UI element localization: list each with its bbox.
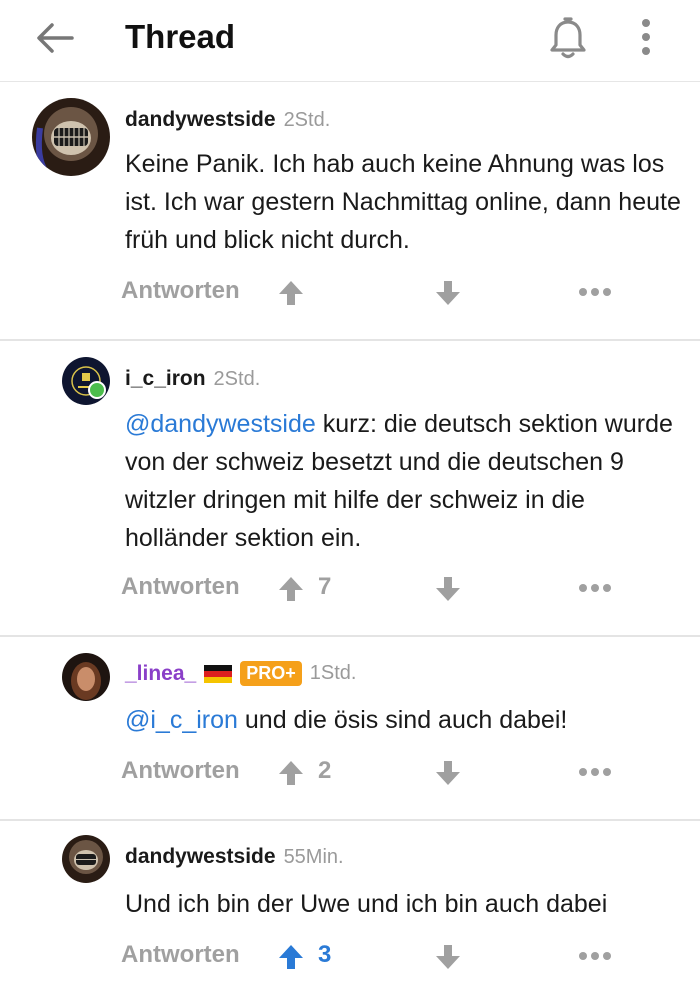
- pro-badge: PRO+: [240, 661, 302, 686]
- username[interactable]: _linea_: [125, 662, 196, 686]
- comment: _linea_ PRO+ 1Std. @i_c_iron und die ösi…: [0, 637, 700, 821]
- comment-actions: Antworten 2: [0, 753, 700, 793]
- avatar[interactable]: [62, 357, 110, 405]
- downvote-arrow-icon[interactable]: [433, 759, 463, 787]
- reply-button[interactable]: Antworten: [121, 573, 240, 601]
- comment-actions: Antworten 3: [0, 937, 700, 977]
- vote-count: 7: [318, 573, 332, 600]
- text-segment: Und ich bin der Uwe und ich bin auch dab…: [125, 890, 608, 918]
- comment-text: Und ich bin der Uwe und ich bin auch dab…: [125, 885, 685, 923]
- username[interactable]: dandywestside: [125, 845, 276, 869]
- text-segment: Keine Panik. Ich hab auch keine Ahnung w…: [125, 150, 681, 254]
- avatar[interactable]: [32, 98, 110, 176]
- comment-text: @dandywestside kurz: die deutsch sektion…: [125, 405, 685, 557]
- de-flag-icon: [204, 664, 233, 683]
- more-horizontal-icon[interactable]: [578, 949, 612, 963]
- vote-count: 2: [318, 757, 332, 784]
- comment: dandywestside 55Min. Und ich bin der Uwe…: [0, 821, 700, 1004]
- online-indicator: [88, 381, 106, 399]
- top-bar: Thread: [0, 0, 700, 82]
- reply-button[interactable]: Antworten: [121, 757, 240, 785]
- upvote-arrow-icon[interactable]: [276, 759, 306, 787]
- timestamp: 55Min.: [283, 845, 344, 868]
- comment: dandywestside 2Std. Keine Panik. Ich hab…: [0, 83, 700, 341]
- downvote-arrow-icon[interactable]: [433, 279, 463, 307]
- user-mention[interactable]: @dandywestside: [125, 410, 316, 438]
- upvote-arrow-icon[interactable]: [276, 943, 306, 971]
- timestamp: 1Std.: [309, 662, 357, 684]
- downvote-arrow-icon[interactable]: [433, 575, 463, 603]
- comment: i_c_iron 2Std. @dandywestside kurz: die …: [0, 341, 700, 637]
- text-segment: und die ösis sind auch dabei!: [237, 706, 568, 734]
- avatar[interactable]: [62, 653, 110, 701]
- username[interactable]: i_c_iron: [125, 367, 206, 391]
- more-horizontal-icon[interactable]: [578, 285, 612, 299]
- comment-actions: Antworten 7: [0, 569, 700, 609]
- comment-text: @i_c_iron und die ösis sind auch dabei!: [125, 701, 685, 739]
- reply-button[interactable]: Antworten: [121, 941, 240, 969]
- comment-actions: Antworten: [0, 273, 700, 313]
- upvote-arrow-icon[interactable]: [276, 279, 306, 307]
- username[interactable]: dandywestside: [125, 108, 276, 132]
- bell-icon[interactable]: [548, 16, 588, 60]
- comment-meta: _linea_ PRO+ 1Std.: [125, 661, 356, 686]
- reply-button[interactable]: Antworten: [121, 277, 240, 305]
- page-title: Thread: [125, 18, 236, 55]
- vote-count: 3: [318, 941, 332, 968]
- downvote-arrow-icon[interactable]: [433, 943, 463, 971]
- timestamp: 2Std.: [213, 367, 261, 390]
- timestamp: 2Std.: [283, 108, 331, 131]
- more-horizontal-icon[interactable]: [578, 581, 612, 595]
- back-arrow-icon[interactable]: [34, 20, 76, 56]
- avatar[interactable]: [62, 835, 110, 883]
- more-horizontal-icon[interactable]: [578, 765, 612, 779]
- comment-meta: i_c_iron 2Std.: [125, 367, 260, 391]
- comment-meta: dandywestside 55Min.: [125, 845, 344, 869]
- comment-meta: dandywestside 2Std.: [125, 108, 330, 132]
- more-vertical-icon[interactable]: [632, 16, 660, 58]
- comment-text: Keine Panik. Ich hab auch keine Ahnung w…: [125, 145, 685, 259]
- upvote-arrow-icon[interactable]: [276, 575, 306, 603]
- user-mention[interactable]: @i_c_iron: [125, 706, 238, 734]
